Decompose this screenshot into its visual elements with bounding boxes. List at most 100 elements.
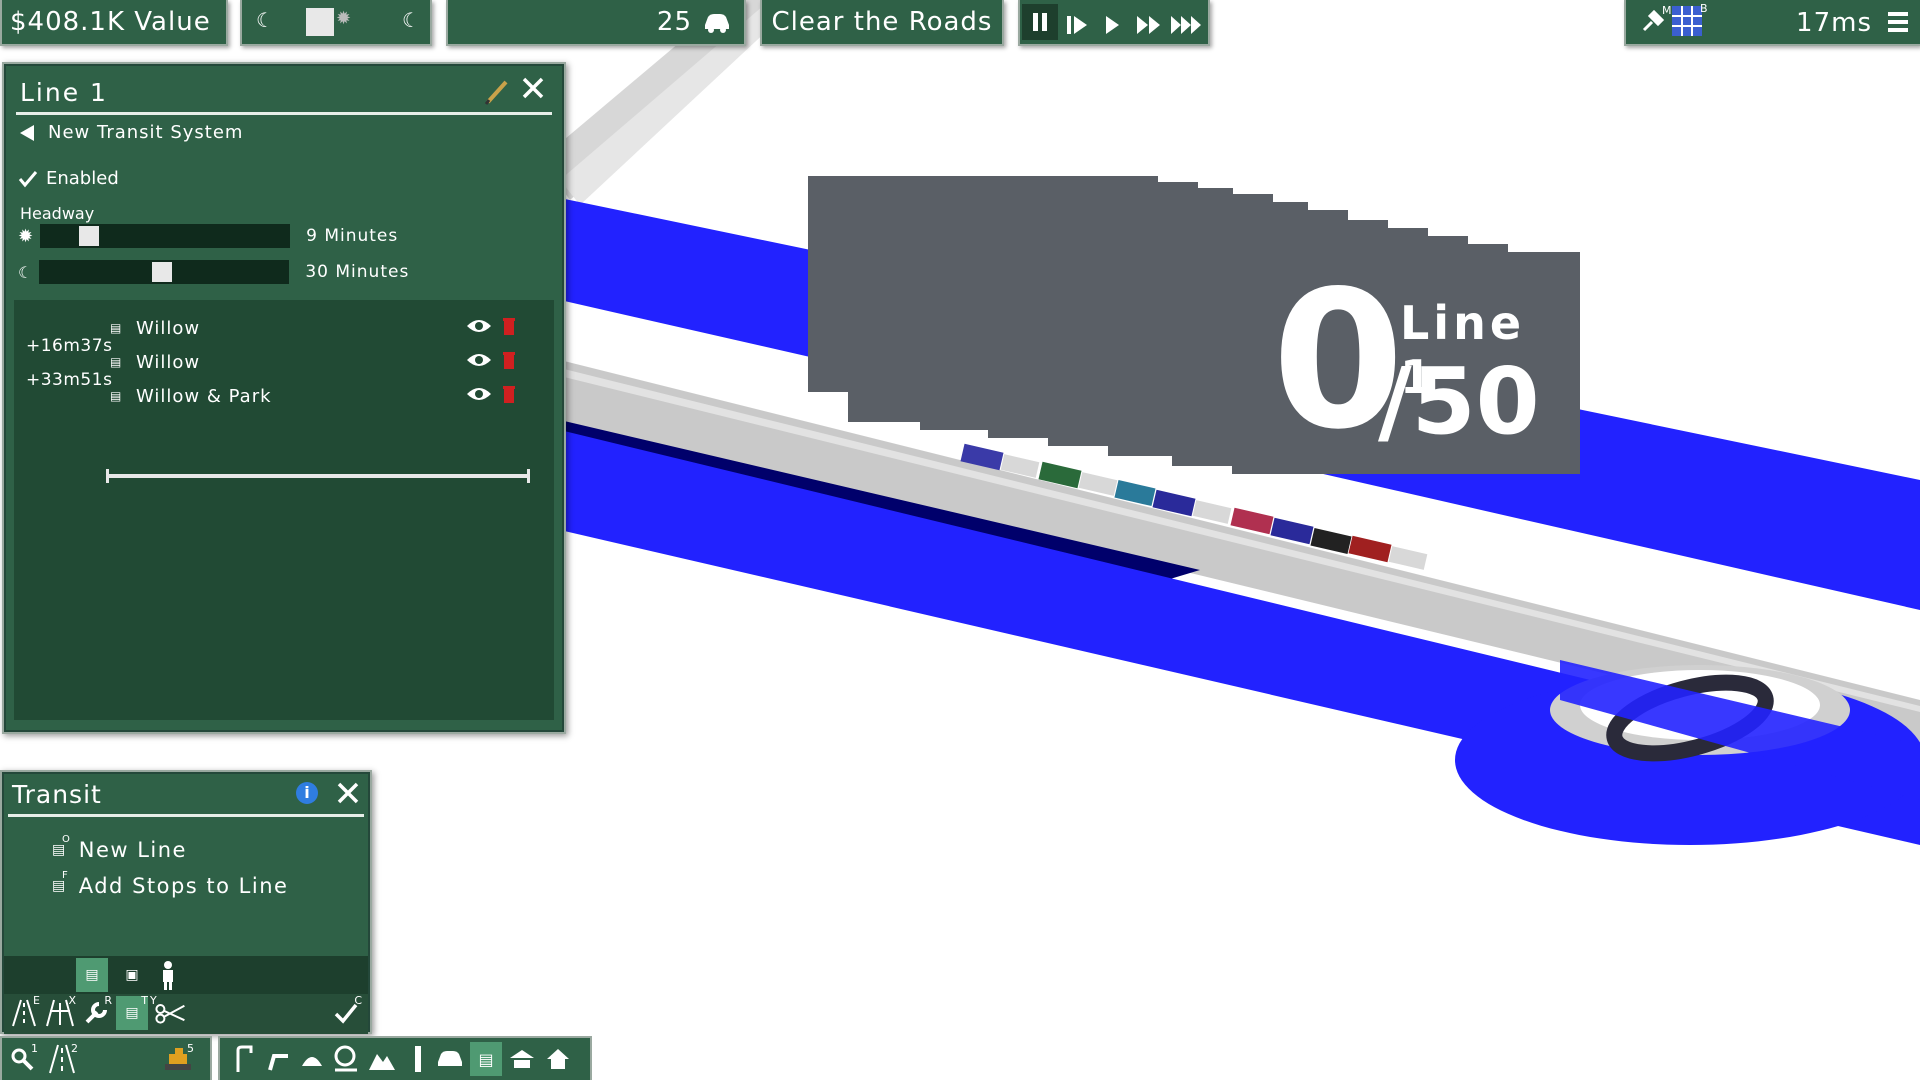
cut-tool-button[interactable]: Y	[150, 994, 186, 1030]
tower-icon	[415, 1046, 421, 1072]
sun-icon: ✹	[336, 8, 353, 29]
time-offset: +16m37s	[26, 336, 113, 356]
close-button[interactable]	[336, 778, 360, 813]
stop-row[interactable]: ▤ Willow	[110, 348, 530, 376]
add-stops-label: Add Stops to Line	[78, 874, 289, 898]
transit-panel: Transit i ▤ O New Line ▤ F Add Stops to Li…	[0, 770, 372, 1034]
enabled-toggle[interactable]: Enabled	[18, 168, 119, 189]
terrain-tool[interactable]	[366, 1042, 398, 1076]
bus-icon: ▤	[85, 967, 99, 983]
delete-stop-icon[interactable]	[502, 384, 516, 409]
bottom-left-toolbar: 1 2 5	[0, 1036, 212, 1080]
query-tool-button[interactable]: 1	[6, 1042, 38, 1076]
menu-icon	[1888, 12, 1908, 32]
line-title: Line 1	[20, 78, 108, 107]
confirm-button[interactable]: C	[330, 994, 362, 1030]
station-icon	[510, 1050, 534, 1068]
close-button[interactable]	[518, 76, 548, 106]
transit-tool[interactable]: ▤	[470, 1042, 502, 1076]
pencil-icon	[484, 80, 508, 105]
play-button[interactable]	[1104, 12, 1120, 42]
step-icon	[1067, 16, 1087, 34]
headway-label: Headway	[20, 204, 95, 223]
route-progress-bar	[106, 469, 530, 483]
vehicle-tool[interactable]	[434, 1042, 466, 1076]
transit-title: Transit	[12, 780, 102, 809]
fastest-button[interactable]	[1170, 12, 1204, 42]
bus-stop-icon: ▤	[110, 389, 123, 403]
info-icon[interactable]: i	[296, 782, 318, 804]
night-headway-thumb[interactable]	[152, 262, 173, 282]
money-icon	[334, 1045, 357, 1072]
fastest-icon	[1171, 16, 1201, 34]
stop-name: Willow	[136, 317, 201, 339]
edit-name-button[interactable]	[484, 78, 512, 106]
stop-name: Willow	[136, 351, 201, 373]
status-bar-right: M B 17ms	[1624, 0, 1920, 46]
bus-icon: ▤	[478, 1049, 494, 1069]
dome-tool[interactable]	[296, 1042, 328, 1076]
new-line-button[interactable]: ▤ O New Line	[52, 834, 187, 862]
frame-time: 17ms	[1796, 8, 1872, 38]
clear-roads-button[interactable]: Clear the Roads	[760, 0, 1004, 46]
value-text: $408.1K Value	[10, 7, 211, 37]
stop-row[interactable]: ▤ Willow	[110, 314, 530, 342]
road-tool-button[interactable]: E	[8, 994, 40, 1030]
menu-button[interactable]	[1888, 10, 1908, 41]
clear-roads-label: Clear the Roads	[771, 7, 993, 37]
delete-stop-icon[interactable]	[502, 316, 516, 341]
grid-toggle[interactable]: B	[1672, 2, 1708, 43]
stop-row[interactable]: ▤ Willow & Park	[110, 382, 530, 410]
bus-mode-button[interactable]: ▤	[76, 958, 108, 992]
pause-icon	[1033, 13, 1047, 31]
grid-icon	[1672, 6, 1702, 36]
day-headway-thumb[interactable]	[79, 226, 100, 246]
eye-icon[interactable]	[466, 350, 492, 375]
back-arrow-icon	[20, 124, 34, 141]
delete-stop-icon[interactable]	[502, 350, 516, 375]
rail-mode-button[interactable]: ▣	[116, 958, 148, 992]
terrain-icon	[369, 1054, 395, 1070]
day-headway-row: ✹ 9 Minutes	[18, 224, 398, 248]
day-headway-value: 9 Minutes	[306, 226, 399, 246]
day-headway-slider[interactable]	[40, 224, 291, 248]
money-tool[interactable]	[330, 1042, 362, 1076]
day-slider-thumb[interactable]	[306, 8, 334, 36]
pipe-tool[interactable]	[262, 1042, 294, 1076]
eye-icon[interactable]	[466, 384, 492, 409]
value-display[interactable]: $408.1K Value	[0, 0, 228, 46]
speed-controls	[1018, 0, 1210, 46]
line-capacity-label[interactable]: 0 Line 1 /50	[808, 176, 1580, 474]
night-headway-slider[interactable]	[39, 260, 290, 284]
street-lamp-tool[interactable]	[228, 1042, 260, 1076]
home-icon	[547, 1049, 569, 1069]
expressway-tool-button[interactable]: X	[44, 994, 76, 1030]
eye-icon[interactable]	[466, 316, 492, 341]
transit-mode-row: ▤ ▣	[4, 956, 368, 994]
bulldozer-tool-button[interactable]: 5	[162, 1042, 194, 1076]
repair-tool-button[interactable]: R	[80, 994, 112, 1030]
time-of-day-slider[interactable]: ☾ ✹ ☾	[240, 0, 432, 46]
back-to-system-link[interactable]: New Transit System	[18, 122, 243, 143]
pedestrian-mode-button[interactable]	[152, 958, 184, 992]
add-stops-button[interactable]: ▤ F Add Stops to Line	[52, 870, 289, 898]
pipe-icon	[268, 1054, 288, 1071]
car-counter[interactable]: 25	[446, 0, 746, 46]
station-tool[interactable]	[506, 1042, 538, 1076]
road-tool-button[interactable]: 2	[46, 1042, 78, 1076]
street-lamp-icon	[236, 1045, 253, 1072]
bottom-build-toolbar: ▤	[218, 1036, 592, 1080]
pin-toggle[interactable]: M	[1640, 4, 1672, 41]
home-tool[interactable]	[542, 1042, 574, 1076]
moon-icon: ☾	[256, 8, 275, 32]
bus-icon: ▤	[125, 1005, 139, 1021]
pause-button[interactable]	[1022, 4, 1058, 40]
time-offset: +33m51s	[26, 370, 113, 390]
tower-tool[interactable]	[402, 1042, 434, 1076]
transit-tool-button[interactable]: ▤ T	[116, 994, 148, 1030]
step-button[interactable]	[1066, 12, 1088, 42]
line-panel: Line 1 New Transit System Enabled Headwa…	[2, 62, 566, 734]
fast-forward-button[interactable]	[1136, 12, 1162, 42]
close-icon	[337, 782, 359, 804]
checkmark-icon	[18, 170, 38, 187]
